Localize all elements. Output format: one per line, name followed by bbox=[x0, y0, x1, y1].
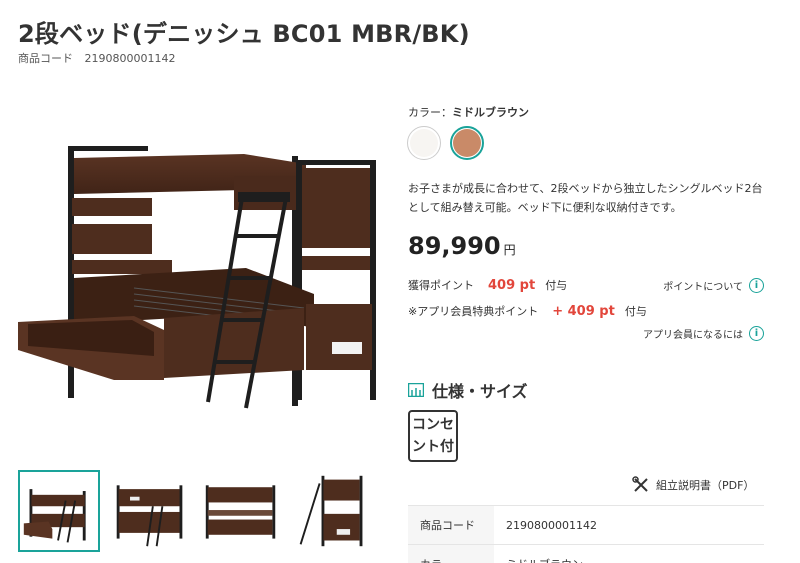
points-about-link[interactable]: ポイントについて i bbox=[663, 278, 764, 293]
assembly-manual-label: 組立説明書（PDF） bbox=[656, 479, 755, 492]
color-swatch-brown[interactable] bbox=[450, 126, 484, 160]
spec-value: 2190800001142 bbox=[494, 505, 764, 545]
earned-points-row: 獲得ポイント 409 pt 付与 bbox=[408, 277, 567, 293]
product-title: 2段ベッド(デニッシュ BC01 MBR/BK) bbox=[18, 20, 470, 48]
spec-key: カラー bbox=[408, 544, 494, 563]
color-swatches bbox=[407, 126, 484, 160]
price-unit: 円 bbox=[503, 243, 516, 257]
info-icon: i bbox=[749, 326, 764, 341]
table-row: カラー ミドルブラウン bbox=[408, 544, 764, 563]
earned-points-label: 獲得ポイント bbox=[408, 279, 474, 292]
swatch-fill-white bbox=[410, 129, 438, 157]
app-member-label: アプリ会員になるには bbox=[643, 330, 743, 341]
earned-points-value: 409 pt bbox=[488, 278, 536, 293]
tools-icon bbox=[632, 476, 648, 492]
spec-key: 商品コード bbox=[408, 505, 494, 545]
info-icon: i bbox=[749, 278, 764, 293]
thumbnail-strip bbox=[18, 470, 373, 552]
price-amount: 89,990 bbox=[408, 232, 501, 260]
earned-points-suffix: 付与 bbox=[545, 279, 568, 292]
thumbnail-2[interactable] bbox=[109, 470, 191, 552]
color-swatch-white[interactable] bbox=[407, 126, 441, 160]
price: 89,990 円 bbox=[408, 232, 516, 260]
assembly-manual-link[interactable]: 組立説明書（PDF） bbox=[632, 476, 754, 494]
product-code-label: 商品コード bbox=[18, 52, 73, 65]
spec-value: ミドルブラウン bbox=[494, 544, 764, 563]
product-code-value: 2190800001142 bbox=[84, 52, 176, 65]
product-description: お子さまが成長に合わせて、2段ベッドから独立したシングルベッド2台として組み替え… bbox=[408, 182, 763, 214]
app-points-row: ※アプリ会員特典ポイント + 409 pt 付与 bbox=[408, 303, 647, 319]
main-product-image[interactable] bbox=[14, 118, 384, 438]
points-about-label: ポイントについて bbox=[663, 282, 743, 293]
color-label-prefix: カラー： bbox=[408, 106, 452, 119]
product-code-line: 商品コード 2190800001142 bbox=[18, 50, 175, 66]
spec-table: 商品コード 2190800001142 カラー ミドルブラウン bbox=[408, 505, 764, 563]
swatch-fill-brown bbox=[453, 129, 481, 157]
app-points-suffix: 付与 bbox=[624, 305, 647, 318]
outlet-badge: コンセント付 bbox=[408, 410, 458, 462]
spec-section-title: 仕様・サイズ bbox=[408, 378, 528, 402]
spec-title-text: 仕様・サイズ bbox=[432, 382, 528, 401]
ruler-icon bbox=[408, 383, 424, 397]
app-points-label: ※アプリ会員特典ポイント bbox=[408, 305, 539, 318]
color-selected-name: ミドルブラウン bbox=[452, 106, 529, 119]
thumbnail-1[interactable] bbox=[18, 470, 100, 552]
thumbnail-4[interactable] bbox=[291, 470, 373, 552]
app-member-link[interactable]: アプリ会員になるには i bbox=[643, 326, 764, 341]
color-label: カラー：ミドルブラウン bbox=[408, 104, 529, 120]
thumbnail-3[interactable] bbox=[200, 470, 282, 552]
app-points-value: + 409 pt bbox=[552, 304, 615, 319]
table-row: 商品コード 2190800001142 bbox=[408, 505, 764, 545]
